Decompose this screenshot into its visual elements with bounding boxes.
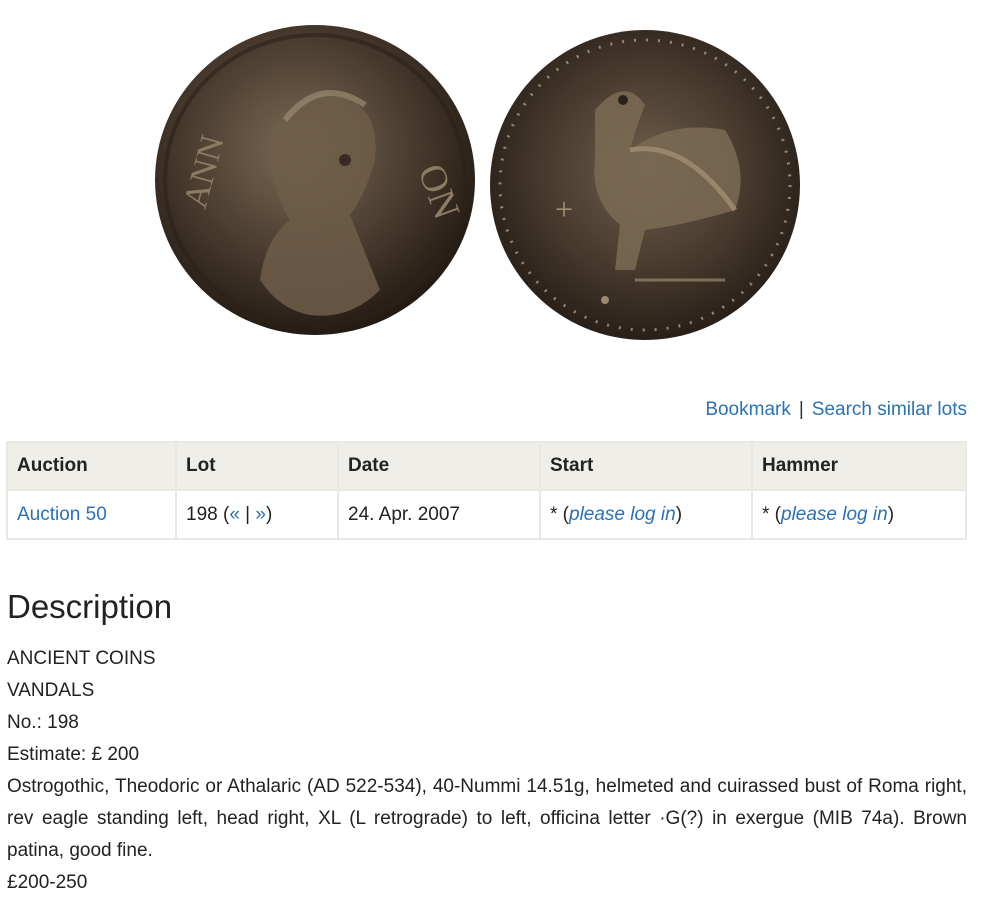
actions-separator: |: [798, 399, 804, 420]
lot-info-table: Auction Lot Date Start Hammer Auction 50…: [6, 441, 967, 540]
start-suffix: ): [675, 503, 683, 525]
cell-hammer: * (please log in): [753, 491, 965, 538]
description-body: ANCIENT COINS VANDALS No.: 198 Estimate:…: [7, 643, 967, 899]
description-number: No.: 198: [7, 712, 79, 733]
coin-reverse-image[interactable]: +: [485, 20, 815, 350]
header-hammer: Hammer: [753, 443, 965, 489]
description-heading: Description: [7, 588, 173, 625]
header-auction: Auction: [8, 443, 175, 489]
description-range: £200-250: [7, 872, 88, 893]
coin-obverse-image[interactable]: ON ANN: [150, 20, 480, 350]
lot-number: 198 (: [186, 503, 230, 525]
description-estimate: Estimate: £ 200: [7, 744, 140, 765]
hammer-login-link[interactable]: please log in: [781, 504, 888, 525]
hammer-suffix: ): [887, 503, 895, 525]
search-similar-link[interactable]: Search similar lots: [812, 399, 967, 420]
lot-nav-separator: |: [239, 503, 256, 525]
header-lot: Lot: [177, 443, 337, 489]
bookmark-link[interactable]: Bookmark: [705, 399, 791, 420]
auction-link[interactable]: Auction 50: [17, 504, 107, 525]
description-category: ANCIENT COINS: [7, 648, 156, 669]
coin-images: ON ANN +: [150, 20, 830, 350]
svg-text:+: +: [555, 191, 573, 227]
start-login-link[interactable]: please log in: [569, 504, 676, 525]
previous-lot-link[interactable]: «: [229, 504, 240, 525]
table-row: Auction 50 198 (« | ») 24. Apr. 2007 * (…: [8, 491, 965, 538]
header-start: Start: [541, 443, 751, 489]
cell-start: * (please log in): [541, 491, 751, 538]
next-lot-link[interactable]: »: [255, 504, 266, 525]
lot-close: ): [265, 503, 273, 525]
cell-date: 24. Apr. 2007: [339, 491, 539, 538]
table-header-row: Auction Lot Date Start Hammer: [8, 443, 965, 489]
hammer-prefix: * (: [762, 503, 781, 525]
lot-actions: Bookmark | Search similar lots: [705, 398, 967, 422]
cell-lot: 198 (« | »): [177, 491, 337, 538]
description-subcategory: VANDALS: [7, 680, 95, 701]
description-text: Ostrogothic, Theodoric or Athalaric (AD …: [7, 776, 967, 861]
cell-auction: Auction 50: [8, 491, 175, 538]
start-prefix: * (: [550, 503, 569, 525]
header-date: Date: [339, 443, 539, 489]
